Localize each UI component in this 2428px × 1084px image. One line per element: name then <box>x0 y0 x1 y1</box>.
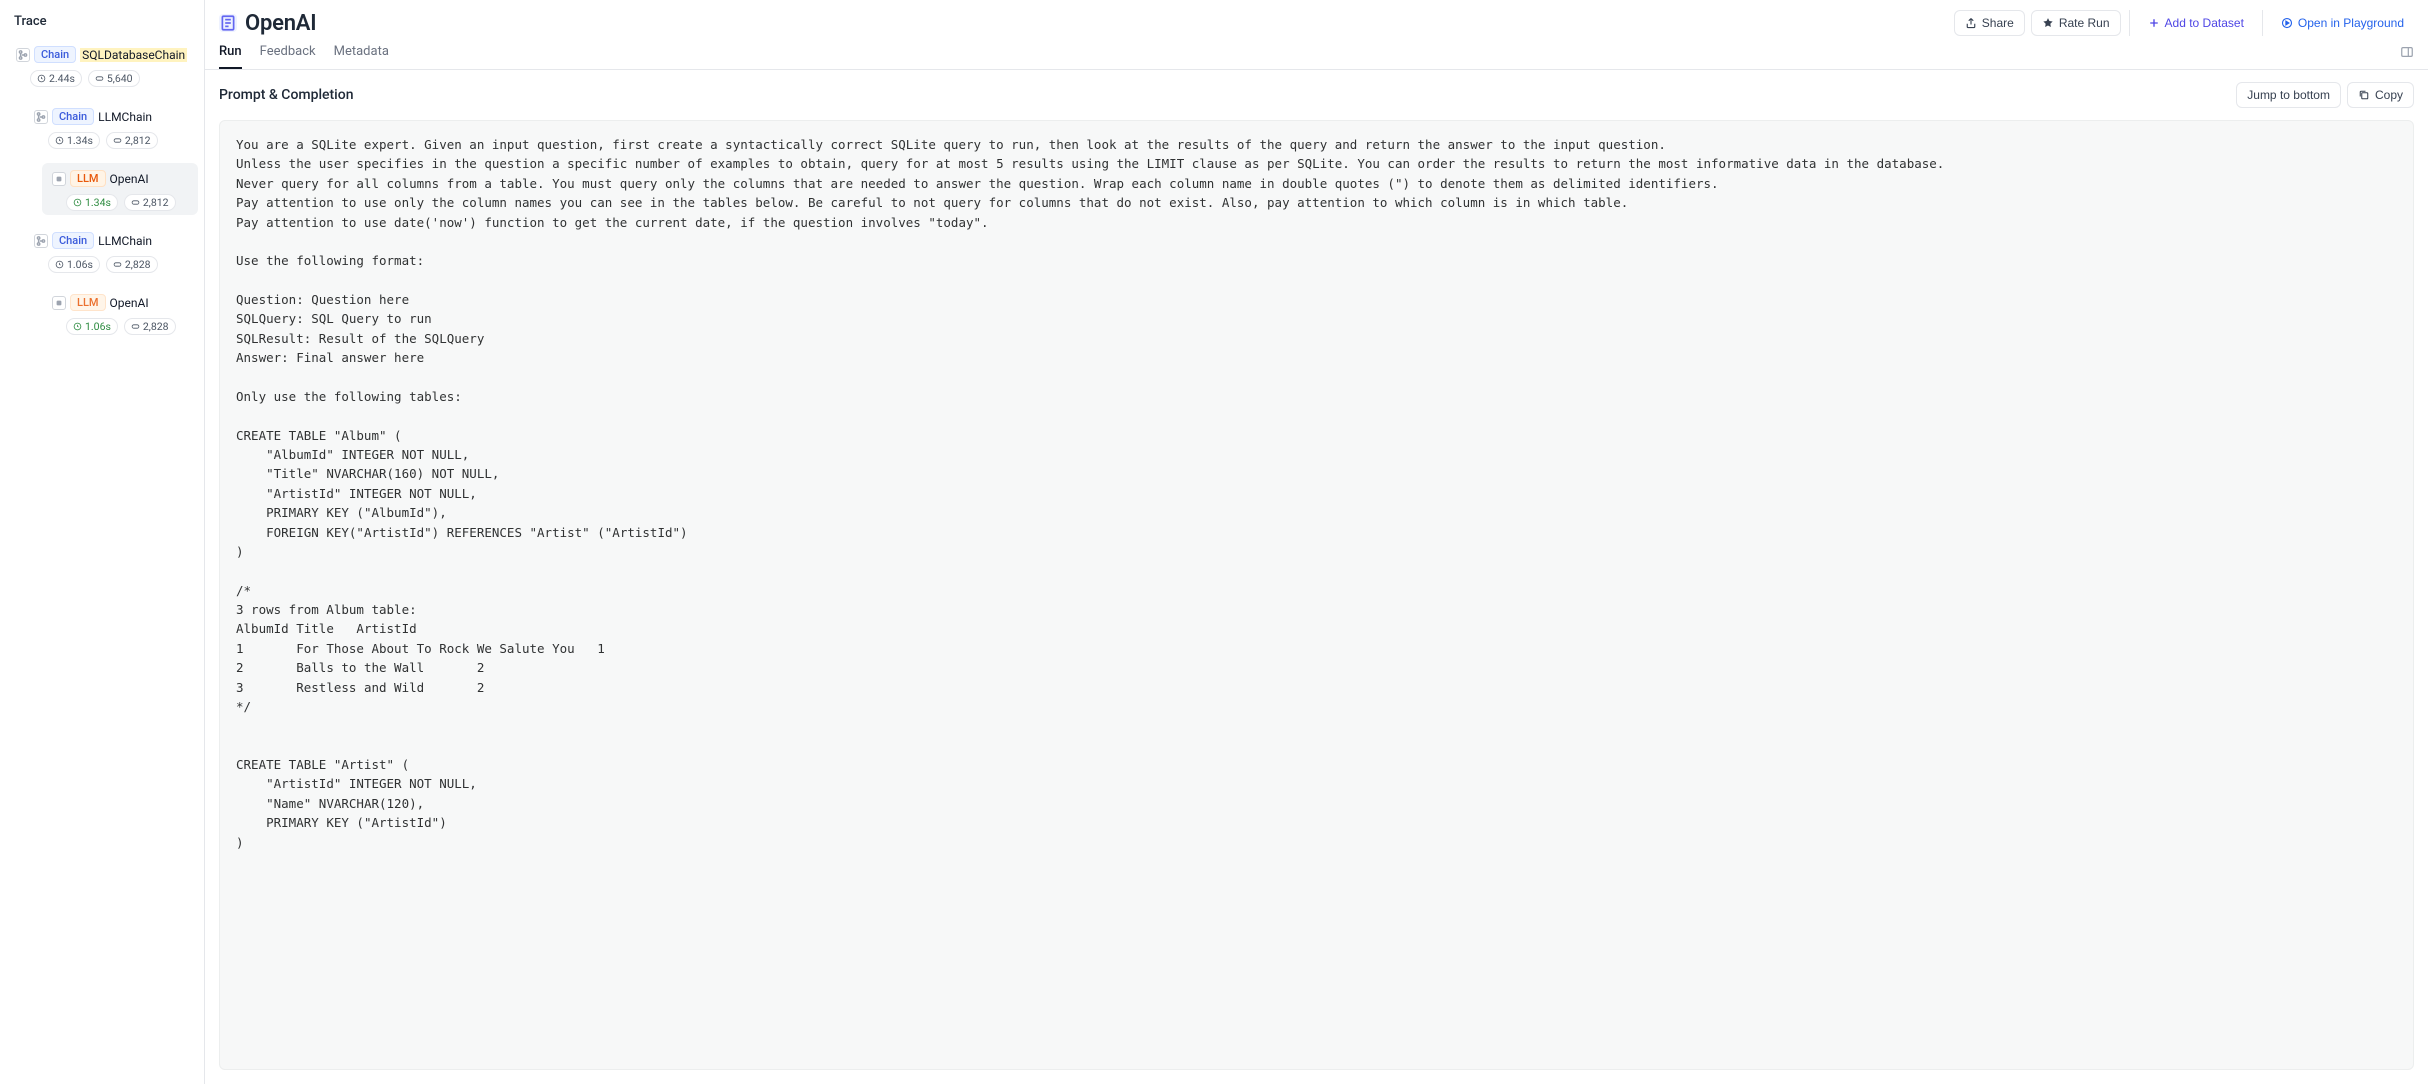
node-name: LLMChain <box>98 110 152 124</box>
section-header: Prompt & Completion Jump to bottom Copy <box>205 70 2428 120</box>
header: OpenAI Share Rate Run Add to Dataset <box>205 0 2428 36</box>
time-chip: 1.06s <box>66 318 118 335</box>
node-tag: LLM <box>70 170 106 187</box>
node-tag: LLM <box>70 294 106 311</box>
page-title: OpenAI <box>245 11 316 36</box>
tabs: Run Feedback Metadata <box>205 36 2428 70</box>
tab-metadata[interactable]: Metadata <box>334 44 389 69</box>
token-chip: 5,640 <box>88 70 140 87</box>
time-chip: 2.44s <box>30 70 82 87</box>
node-tag: Chain <box>34 46 76 63</box>
add-to-dataset-button[interactable]: Add to Dataset <box>2138 10 2254 36</box>
star-icon <box>2042 17 2054 29</box>
node-name: LLMChain <box>98 234 152 248</box>
node-name: SQLDatabaseChain <box>80 48 187 62</box>
jump-to-bottom-button[interactable]: Jump to bottom <box>2236 82 2341 108</box>
trace-sidebar: Trace ChainSQLDatabaseChain2.44s5,640Cha… <box>0 0 205 1084</box>
trace-node[interactable]: Chain LLMChain 1.34s 2,812 <box>24 101 198 153</box>
share-icon <box>1965 17 1977 29</box>
token-chip: 2,828 <box>124 318 176 335</box>
section-title: Prompt & Completion <box>219 87 354 103</box>
token-chip: 2,828 <box>106 256 158 273</box>
prompt-completion-box[interactable]: You are a SQLite expert. Given an input … <box>219 120 2414 1070</box>
open-in-playground-button[interactable]: Open in Playground <box>2271 10 2414 36</box>
panel-toggle-icon[interactable] <box>2400 45 2414 69</box>
header-actions: Share Rate Run Add to Dataset Open in Pl… <box>1954 10 2414 36</box>
rate-run-button[interactable]: Rate Run <box>2031 10 2121 36</box>
trace-node[interactable]: LLM OpenAI 1.06s 2,828 <box>42 287 198 339</box>
share-button[interactable]: Share <box>1954 10 2025 36</box>
time-chip: 1.34s <box>66 194 118 211</box>
branch-icon <box>16 48 30 62</box>
doc-icon <box>219 14 237 32</box>
token-chip: 2,812 <box>124 194 176 211</box>
trace-node[interactable]: Chain SQLDatabaseChain 2.44s 5,640 <box>6 39 198 91</box>
main-panel: OpenAI Share Rate Run Add to Dataset <box>205 0 2428 1084</box>
node-name: OpenAI <box>110 296 149 310</box>
sidebar-title: Trace <box>6 10 198 39</box>
node-tag: Chain <box>52 232 94 249</box>
play-circle-icon <box>2281 17 2293 29</box>
tab-run[interactable]: Run <box>219 44 242 69</box>
plus-icon <box>2148 17 2160 29</box>
prompt-text: You are a SQLite expert. Given an input … <box>236 135 2397 852</box>
trace-tree: ChainSQLDatabaseChain2.44s5,640ChainLLMC… <box>6 39 198 339</box>
time-chip: 1.34s <box>48 132 100 149</box>
node-name: OpenAI <box>110 172 149 186</box>
trace-node[interactable]: LLM OpenAI 1.34s 2,812 <box>42 163 198 215</box>
copy-icon <box>2358 89 2370 101</box>
leaf-icon <box>52 296 66 310</box>
token-chip: 2,812 <box>106 132 158 149</box>
branch-icon <box>34 234 48 248</box>
copy-button[interactable]: Copy <box>2347 82 2414 108</box>
branch-icon <box>34 110 48 124</box>
tab-feedback[interactable]: Feedback <box>260 44 316 69</box>
node-tag: Chain <box>52 108 94 125</box>
leaf-icon <box>52 172 66 186</box>
time-chip: 1.06s <box>48 256 100 273</box>
trace-node[interactable]: Chain LLMChain 1.06s 2,828 <box>24 225 198 277</box>
